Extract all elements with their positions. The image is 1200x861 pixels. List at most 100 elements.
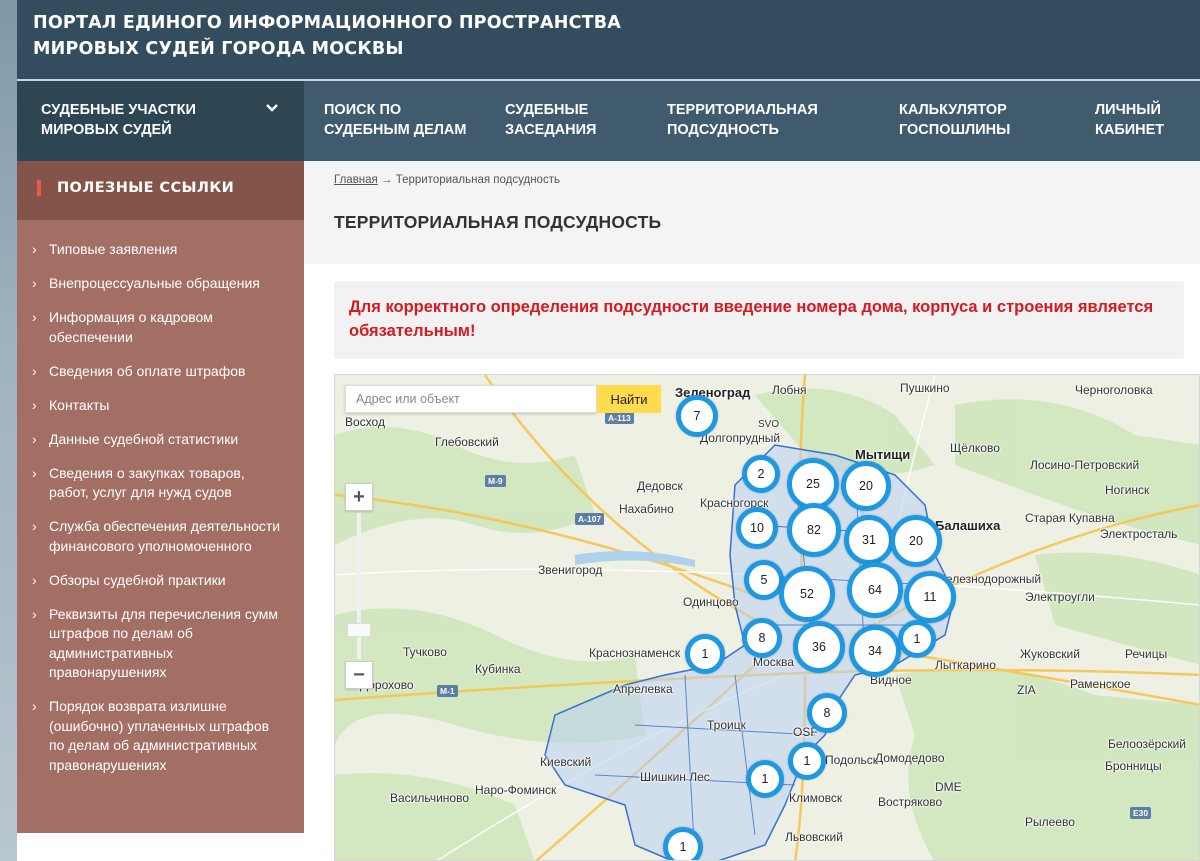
zoom-slider-handle[interactable]	[347, 623, 371, 637]
sidebar-link[interactable]: › Служба обеспечения деятельности финансо…	[17, 517, 304, 556]
map-label: М-1	[437, 685, 458, 697]
sidebar-link-label: Реквизиты для перечисления сумм штрафов …	[49, 605, 278, 681]
sidebar-link[interactable]: › Сведения о закупках товаров, работ, усл…	[17, 464, 304, 503]
cluster-marker[interactable]: 8	[742, 618, 782, 658]
chevron-right-icon: ›	[32, 275, 37, 291]
map-label: Шишкин Лес	[640, 770, 710, 784]
cluster-marker[interactable]: 1	[788, 742, 826, 780]
cluster-marker[interactable]: 20	[890, 515, 942, 567]
zoom-track[interactable]	[357, 513, 361, 659]
sidebar-link-label: Сведения о закупках товаров, работ, услу…	[49, 464, 245, 501]
map-label: Речицы	[1125, 647, 1168, 661]
page: Портал единого информационного пространс…	[17, 0, 1200, 861]
cluster-marker[interactable]: 82	[787, 503, 841, 557]
notice-message: Для корректного определения подсудности …	[334, 281, 1184, 359]
sidebar-link[interactable]: › Порядок возврата излишне (ошибочно) упл…	[17, 697, 304, 775]
nav-item-fee-calculator[interactable]: Калькулятор госпошлины	[899, 100, 1039, 140]
jurisdiction-map[interactable]: Зеленоград Лобня Пушкино Черноголовка Восход…	[334, 374, 1200, 861]
main-nav: Судебные участки мировых судей Поиск по …	[17, 81, 1200, 161]
nav-item-case-search[interactable]: Поиск по судебным делам	[324, 100, 474, 140]
sidebar-link[interactable]: › Внепроцессуальные обращения	[17, 274, 304, 294]
map-label: Лосино-Петровский	[1030, 458, 1140, 472]
chevron-right-icon: ›	[32, 464, 37, 481]
cluster-marker[interactable]: 10	[736, 507, 778, 549]
breadcrumb: Главная → Территориальная подсудность	[334, 174, 560, 186]
map-label: Тучково	[403, 645, 447, 659]
map-label: Щёлково	[950, 441, 1000, 455]
map-label: Киевский	[540, 755, 592, 769]
map-label: Балашиха	[935, 518, 1001, 533]
cluster-marker[interactable]: 7	[676, 395, 718, 437]
chevron-right-icon: ›	[32, 309, 37, 325]
sidebar-link-label: Порядок возврата излишне (ошибочно) упла…	[49, 698, 270, 773]
map-label: Пушкино	[900, 381, 950, 395]
cluster-marker[interactable]: 5	[744, 560, 784, 600]
map-label: А-113	[605, 412, 634, 424]
cluster-marker[interactable]: 1	[746, 760, 784, 798]
zoom-out-button[interactable]: −	[345, 661, 373, 689]
cluster-marker[interactable]: 34	[849, 625, 901, 677]
map-label: Черноголовка	[1075, 383, 1153, 397]
sidebar-link-label: Типовые заявления	[49, 241, 178, 257]
chevron-right-icon: ›	[32, 518, 37, 534]
cluster-marker[interactable]: 20	[841, 461, 891, 511]
cluster-marker[interactable]: 11	[904, 571, 956, 623]
map-label: Троицк	[707, 718, 746, 732]
sidebar-link-label: Внепроцессуальные обращения	[49, 275, 260, 291]
site-title[interactable]: Портал единого информационного пространс…	[33, 10, 733, 62]
map-label: Васильчиново	[390, 791, 470, 805]
chevron-right-icon: ›	[32, 698, 37, 714]
sidebar-link-label: Сведения об оплате штрафов	[49, 362, 246, 379]
map-label: Бронницы	[1105, 759, 1162, 773]
cluster-marker[interactable]: 52	[779, 566, 835, 622]
sidebar-link[interactable]: › Типовые заявления	[17, 240, 304, 260]
cluster-marker[interactable]: 2	[742, 455, 780, 493]
nav-item-hearings[interactable]: Судебные заседания	[505, 100, 615, 140]
map-label: М-9	[485, 475, 506, 487]
chevron-right-icon: ›	[32, 571, 37, 588]
cluster-marker[interactable]: 1	[898, 620, 936, 658]
cluster-marker[interactable]: 31	[844, 515, 894, 565]
zoom-in-button[interactable]: +	[345, 483, 373, 511]
map-label: Звенигород	[538, 563, 603, 577]
map-label: Раменское	[1070, 677, 1131, 691]
sidebar-link[interactable]: › Реквизиты для перечисления сумм штрафов…	[17, 605, 304, 683]
breadcrumb-current: Территориальная подсудность	[395, 174, 560, 186]
cluster-marker[interactable]: 8	[807, 693, 847, 733]
sidebar-link[interactable]: › Сведения об оплате штрафов	[17, 362, 304, 382]
breadcrumb-home-link[interactable]: Главная	[334, 174, 378, 186]
sidebar-link[interactable]: › Данные судебной статистики	[17, 430, 304, 450]
map-label: Белоозёрский	[1108, 737, 1187, 751]
map-label: Востряково	[878, 795, 943, 809]
map-label: Львовский	[785, 830, 843, 844]
cluster-marker[interactable]: 36	[793, 621, 845, 673]
cluster-marker[interactable]: 1	[663, 827, 703, 860]
sidebar-heading: Полезные ссылки	[17, 161, 304, 220]
sidebar-link-label: Контакты	[49, 396, 110, 413]
breadcrumb-separator: →	[380, 174, 393, 186]
cluster-marker[interactable]: 1	[685, 634, 725, 674]
map-label: А-107	[575, 513, 605, 525]
nav-item-jurisdiction[interactable]: Территориальная подсудность	[667, 100, 837, 140]
map-find-button[interactable]: Найти	[597, 385, 661, 413]
map-label: Лыткарино	[935, 658, 996, 672]
sidebar-link[interactable]: › Контакты	[17, 396, 304, 416]
map-label: ZIA	[1017, 683, 1036, 697]
nav-courts-dropdown[interactable]: Судебные участки мировых судей	[17, 81, 304, 161]
sidebar-link-label: Данные судебной статистики	[49, 430, 239, 447]
map-label: Наро-Фоминск	[475, 783, 557, 797]
nav-courts-label: Судебные участки мировых судей	[41, 102, 196, 138]
map-label: Рылеево	[1025, 815, 1075, 829]
map-label: Краснознаменск	[589, 646, 681, 660]
chevron-down-icon	[266, 104, 278, 112]
sidebar-link[interactable]: › Обзоры судебной практики	[17, 571, 304, 591]
map-label: Долгопрудный	[700, 431, 781, 445]
map-label: Апрелевка	[613, 682, 673, 696]
map-label: Дедовск	[637, 479, 683, 493]
map-search-input[interactable]	[345, 385, 597, 413]
sidebar-link[interactable]: › Информация о кадровом обеспечении	[17, 308, 304, 347]
nav-item-account[interactable]: Личный кабинет	[1095, 100, 1185, 140]
map-label: Электросталь	[1100, 527, 1178, 541]
map-label: Восход	[345, 415, 385, 429]
cluster-marker[interactable]: 64	[847, 562, 903, 618]
